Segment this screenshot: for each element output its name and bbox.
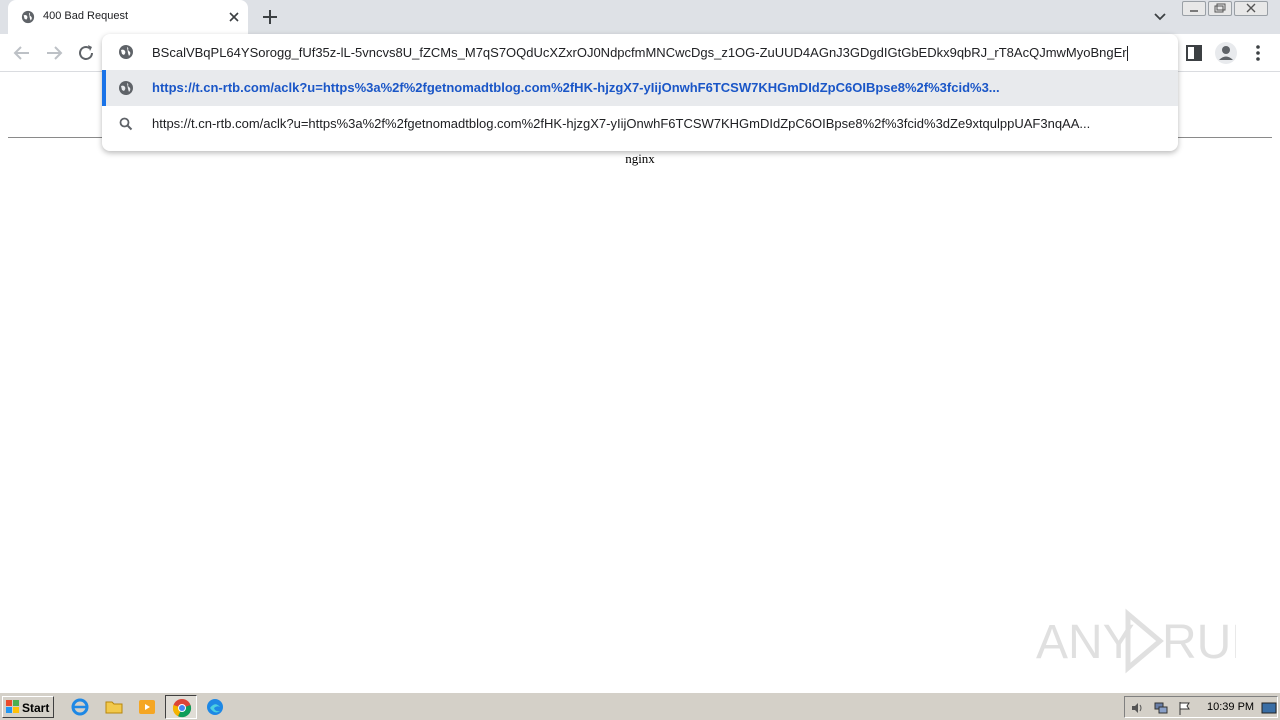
flag-icon[interactable] [1177, 700, 1193, 716]
internet-explorer-icon[interactable] [70, 697, 90, 717]
browser-tab[interactable]: 400 Bad Request [8, 0, 248, 34]
address-input[interactable]: BScalVBqPL64YSorogg_fUf35z-lL-5vncvs8U_f… [152, 45, 1160, 62]
address-input-value: BScalVBqPL64YSorogg_fUf35z-lL-5vncvs8U_f… [152, 45, 1127, 60]
close-icon[interactable] [226, 9, 242, 25]
minimize-icon [1190, 10, 1198, 12]
volume-icon[interactable] [1129, 700, 1145, 716]
window-controls [1182, 1, 1274, 17]
system-tray: 10:39 PM [1124, 696, 1278, 718]
show-desktop-icon[interactable] [1261, 700, 1277, 716]
svg-text:RUN: RUN [1162, 616, 1236, 669]
suggestion-text: https://t.cn-rtb.com/aclk?u=https%3a%2f%… [152, 116, 1091, 131]
address-bar[interactable]: BScalVBqPL64YSorogg_fUf35z-lL-5vncvs8U_f… [102, 34, 1178, 70]
windows-logo-icon [6, 700, 19, 713]
globe-icon [119, 81, 133, 95]
text-caret [1126, 46, 1128, 62]
suggestion-item[interactable]: https://t.cn-rtb.com/aclk?u=https%3a%2f%… [102, 70, 1178, 106]
chrome-taskbar-button[interactable] [165, 695, 197, 719]
side-panel-icon[interactable] [1182, 41, 1206, 65]
omnibox-dropdown: BScalVBqPL64YSorogg_fUf35z-lL-5vncvs8U_f… [102, 34, 1178, 151]
taskbar: Start 10:39 PM [0, 692, 1280, 720]
globe-icon [119, 45, 133, 59]
new-tab-icon[interactable] [260, 7, 280, 27]
media-player-icon[interactable] [137, 697, 157, 717]
tab-strip: 400 Bad Request [0, 0, 1280, 34]
suggestion-item[interactable]: https://t.cn-rtb.com/aclk?u=https%3a%2f%… [102, 106, 1178, 142]
minimize-button[interactable] [1182, 1, 1206, 16]
back-arrow-icon[interactable] [10, 41, 34, 65]
chrome-icon [172, 699, 192, 718]
folder-icon[interactable] [104, 697, 124, 717]
svg-text:ANY: ANY [1036, 616, 1135, 669]
forward-arrow-icon[interactable] [42, 41, 66, 65]
restore-button[interactable] [1208, 1, 1232, 16]
edge-icon[interactable] [205, 697, 225, 717]
search-icon [119, 117, 133, 131]
server-signature: nginx [625, 151, 655, 166]
suggestion-text: https://t.cn-rtb.com/aclk?u=https%3a%2f%… [152, 80, 1000, 95]
reload-icon[interactable] [74, 41, 98, 65]
close-window-button[interactable] [1234, 1, 1268, 16]
restore-icon [1214, 3, 1226, 13]
menu-dots-icon[interactable] [1246, 41, 1270, 65]
start-label: Start [22, 701, 50, 715]
profile-avatar-icon[interactable] [1214, 41, 1238, 65]
close-icon [1246, 3, 1256, 13]
globe-icon [21, 10, 35, 24]
clock: 10:39 PM [1207, 701, 1255, 713]
network-icon[interactable] [1153, 700, 1169, 716]
anyrun-watermark-logo: ANY RUN [1036, 608, 1236, 674]
browser-window: 400 Bad Request BScalVBqPL64YSorogg_fUf3… [0, 0, 1280, 720]
chevron-down-icon[interactable] [1150, 8, 1170, 26]
tab-title: 400 Bad Request [43, 10, 129, 22]
start-button[interactable]: Start [2, 696, 54, 718]
